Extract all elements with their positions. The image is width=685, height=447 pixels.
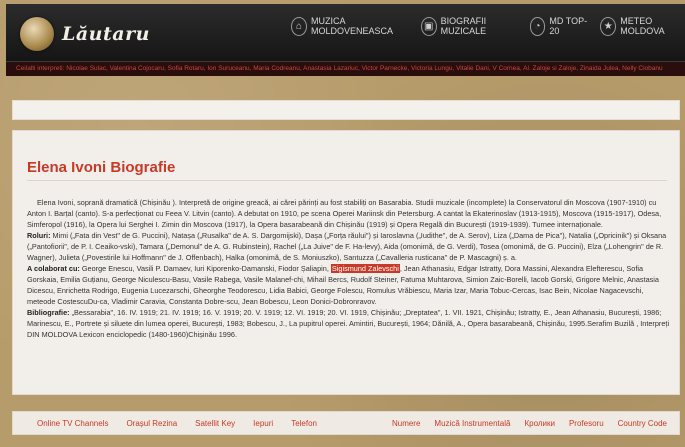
- artist-ticker[interactable]: Ceilalti interpreti: Nicolae Sulac, Vale…: [6, 62, 685, 76]
- footer-link[interactable]: Muzică Instrumentală: [434, 419, 510, 428]
- article-body: Elena Ivoni, soprană dramatică (Chișinău…: [27, 197, 671, 340]
- site-brand: Lăutaru: [62, 23, 150, 45]
- footer-link[interactable]: Satellit Key: [195, 419, 235, 428]
- nav-label: MD TOP-20: [549, 16, 588, 36]
- highlighted-name[interactable]: Sigismund Zalevschi: [330, 264, 400, 273]
- roles-paragraph: Roluri: Mimi („Fata din Vest" de G. Pucc…: [27, 230, 671, 263]
- footer-link[interactable]: Telefon: [291, 419, 317, 428]
- star-icon: ★: [600, 16, 617, 36]
- book-icon: ▣: [420, 16, 437, 36]
- nav-label: BIOGRAFII MUZICALE: [440, 16, 487, 36]
- roles-label: Roluri:: [27, 231, 51, 240]
- nav-label: METEO MOLDOVA: [620, 16, 665, 36]
- nav-item-biografii[interactable]: ▣ BIOGRAFII MUZICALE: [420, 16, 518, 36]
- main-nav: ⌂ MUZICA MOLDOVENEASCA ▣ BIOGRAFII MUZIC…: [291, 16, 685, 36]
- home-icon: ⌂: [291, 16, 307, 36]
- footer-links: Online TV Channels Orașul Rezina Satelli…: [12, 411, 680, 435]
- intro-paragraph: Elena Ivoni, soprană dramatică (Chișinău…: [27, 198, 662, 229]
- search-bar[interactable]: [12, 100, 680, 120]
- title-divider: [27, 180, 667, 181]
- footer-right-links: Numere Muzică Instrumentală Кролики Prof…: [392, 419, 679, 428]
- biblio-label: Bibliografie:: [27, 308, 70, 317]
- footer-link[interactable]: Country Code: [618, 419, 667, 428]
- footer-link[interactable]: Orașul Rezina: [126, 419, 177, 428]
- nav-item-top20[interactable]: ◔ MD TOP-20: [529, 16, 589, 36]
- nav-item-muzica[interactable]: ⌂ MUZICA MOLDOVENEASCA: [291, 16, 409, 36]
- footer-link[interactable]: Numere: [392, 419, 420, 428]
- footer-link[interactable]: Online TV Channels: [37, 419, 108, 428]
- collab-text-before: George Enescu, Vasili P. Damaev, Iuri Ki…: [79, 264, 331, 273]
- footer-link[interactable]: Кролики: [524, 419, 555, 428]
- collab-label: A colaborat cu:: [27, 264, 80, 273]
- footer-link[interactable]: Profesoru: [569, 419, 604, 428]
- collab-paragraph: A colaborat cu: George Enescu, Vasili P.…: [27, 263, 671, 307]
- chart-icon: ◔: [529, 16, 546, 36]
- biblio-paragraph: Bibliografie: „Bessarabia", 16. IV. 1919…: [27, 307, 671, 340]
- site-logo[interactable]: Lăutaru: [20, 14, 150, 54]
- footer-left-links: Online TV Channels Orașul Rezina Satelli…: [13, 419, 317, 428]
- article-card: Elena Ivoni Biografie Elena Ivoni, sopra…: [12, 130, 680, 395]
- violinist-logo-icon: [20, 17, 54, 51]
- site-header: Lăutaru ⌂ MUZICA MOLDOVENEASCA ▣ BIOGRAF…: [6, 4, 685, 62]
- nav-item-meteo[interactable]: ★ METEO MOLDOVA: [600, 16, 685, 36]
- page-title: Elena Ivoni Biografie: [27, 159, 176, 176]
- nav-label: MUZICA MOLDOVENEASCA: [311, 16, 394, 36]
- roles-text: Mimi („Fata din Vest" de G. Puccini), Na…: [27, 231, 667, 262]
- footer-link[interactable]: Iepuri: [253, 419, 273, 428]
- biblio-text: „Bessarabia", 16. IV. 1919; 21. IV. 1919…: [27, 308, 670, 339]
